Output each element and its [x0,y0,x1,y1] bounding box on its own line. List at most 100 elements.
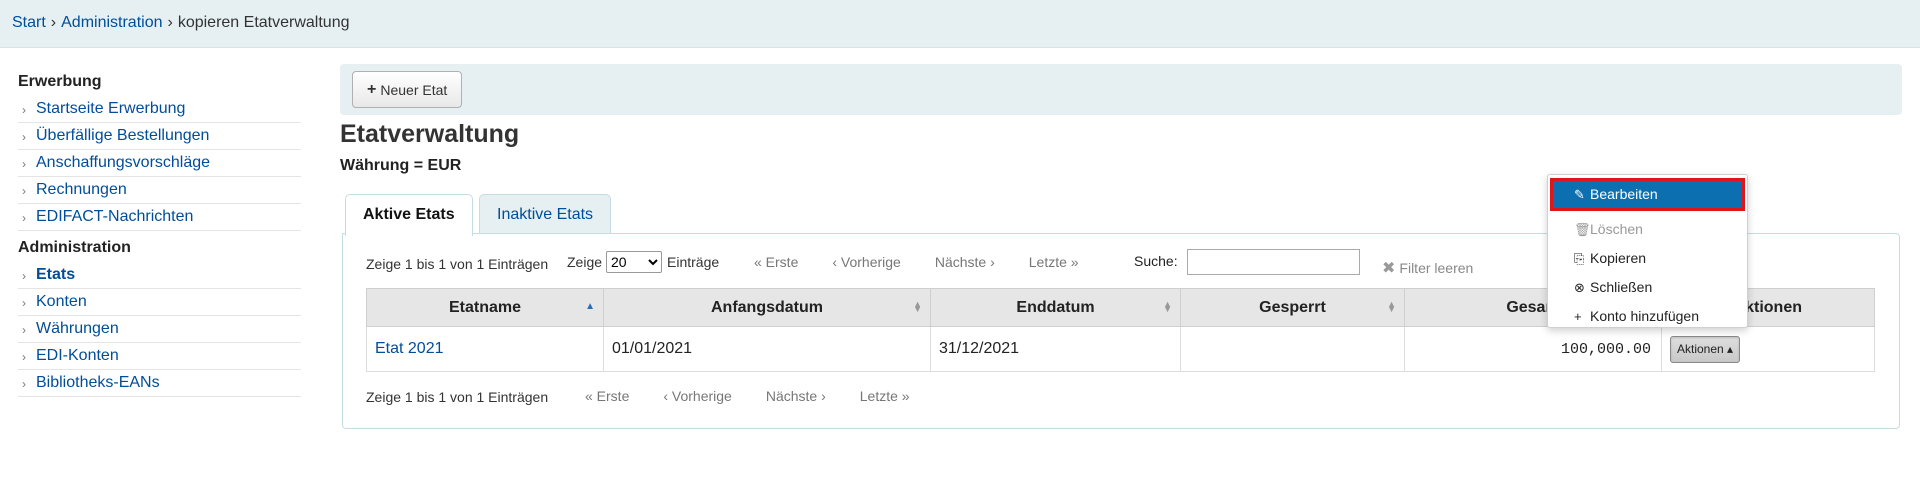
page-title: Etatverwaltung [340,120,520,148]
sidebar-item-label[interactable]: Bibliotheks-EANs [36,374,160,391]
chevron-right-icon: › [22,269,26,283]
sidebar-item-anschaffungsvorschlaege[interactable]: › Anschaffungsvorschläge [18,150,301,177]
cell-enddatum: 31/12/2021 [930,326,1181,372]
cell-gesperrt [1180,326,1405,372]
pager-next-button[interactable]: Nächste › [935,254,995,270]
sidebar-item-label[interactable]: EDI-Konten [36,347,119,364]
sidebar-item-label[interactable]: Startseite Erwerbung [36,100,185,117]
sort-icon: ▲ ▼ [1387,299,1396,314]
pager-bottom: « Erste ‹ Vorherige Nächste › Letzte » [585,388,910,404]
menu-item-label: Bearbeiten [1590,186,1658,202]
sidebar-item-rechnungen[interactable]: › Rechnungen [18,177,301,204]
cell-gesamt: 100,000.00 [1404,326,1662,372]
cell-aktionen: Aktionen ▴ [1661,326,1875,372]
table-row: Etat 2021 01/01/2021 31/12/2021 100,000.… [366,326,1875,372]
chevron-right-icon: › [22,296,26,310]
filter-clear-label: Filter leeren [1399,260,1474,276]
menu-item-bearbeiten[interactable]: ✎ Bearbeiten [1550,178,1745,211]
sidebar-item-edi-konten[interactable]: › EDI-Konten [18,343,301,370]
sidebar: Erwerbung › Startseite Erwerbung › Überfäl… [18,70,301,401]
breadcrumb-bar: Start › Administration › kopieren Etatverwal… [0,0,1920,48]
chevron-right-icon: › [22,130,26,144]
menu-item-loeschen[interactable]: 🗑Löschen [1554,215,1741,244]
chevron-right-icon: › [22,323,26,337]
sidebar-heading-administration: Administration [18,239,131,256]
chevron-right-icon: › [22,184,26,198]
sidebar-item-konten[interactable]: › Konten [18,289,301,316]
breadcrumb-administration-link[interactable]: Administration [61,14,162,31]
actions-dropdown-menu: ✎ Bearbeiten 🗑Löschen ⎘ Kopieren ⊗ Schließe… [1547,174,1748,328]
menu-item-label: Schließen [1590,279,1653,295]
column-header-enddatum[interactable]: Enddatum ▲ ▼ [930,288,1181,327]
actions-button[interactable]: Aktionen ▴ [1670,335,1741,363]
header-label: Etatname [448,298,522,316]
table-info-bottom: Zeige 1 bis 1 von 1 Einträgen [366,389,549,405]
sidebar-item-bibliotheks-eans[interactable]: › Bibliotheks-EANs [18,370,301,397]
copy-icon: ⎘ [1574,251,1585,266]
tab-inaktive-etats[interactable]: Inaktive Etats [479,194,612,235]
header-label: Enddatum [1016,298,1095,316]
breadcrumb-separator: › [167,14,173,31]
budget-name-link[interactable]: Etat 2021 [375,340,444,357]
sidebar-item-ueberfaellige-bestellungen[interactable]: › Überfällige Bestellungen [18,123,301,150]
breadcrumb-start-link[interactable]: Start [12,14,46,31]
sidebar-item-label[interactable]: Anschaffungsvorschläge [36,154,210,171]
pencil-icon: ✎ [1574,187,1585,202]
sort-icon: ▲ ▼ [1163,299,1172,314]
plus-icon: + [1574,309,1582,324]
toolbar: + Neuer Etat [340,64,1902,115]
sidebar-heading-erwerbung: Erwerbung [18,73,102,90]
sidebar-item-label[interactable]: Konten [36,293,87,310]
column-header-etatname[interactable]: Etatname ▲ [366,288,604,327]
sort-asc-icon: ▲ [585,301,595,312]
sidebar-item-label[interactable]: EDIFACT-Nachrichten [36,208,193,225]
cell-anfangsdatum: 01/01/2021 [603,326,931,372]
chevron-right-icon: › [22,350,26,364]
sidebar-list-administration: › Etats › Konten › Währungen › EDI-Konten › B… [18,262,301,397]
menu-item-label: Konto hinzufügen [1590,308,1699,324]
column-header-gesperrt[interactable]: Gesperrt ▲ ▼ [1180,288,1405,327]
sidebar-item-waehrungen[interactable]: › Währungen [18,316,301,343]
sidebar-item-edifact-nachrichten[interactable]: › EDIFACT-Nachrichten [18,204,301,231]
column-header-anfangsdatum[interactable]: Anfangsdatum ▲ ▼ [603,288,931,327]
pager-last-button[interactable]: Letzte » [860,388,910,404]
pager-previous-button[interactable]: ‹ Vorherige [832,254,900,270]
breadcrumb-separator: › [50,14,57,31]
sidebar-item-etats[interactable]: › Etats [18,262,301,289]
sidebar-item-label[interactable]: Überfällige Bestellungen [36,127,209,144]
menu-item-schliessen[interactable]: ⊗ Schließen [1554,273,1741,302]
pager-previous-button[interactable]: ‹ Vorherige [663,388,731,404]
plus-icon: + [367,80,377,98]
header-label: ktionen [1745,298,1802,316]
sidebar-item-startseite-erwerbung[interactable]: › Startseite Erwerbung [18,96,301,123]
chevron-right-icon: › [22,377,26,391]
search-input[interactable] [1187,249,1360,275]
chevron-right-icon: › [22,211,26,225]
table-info-top: Zeige 1 bis 1 von 1 Einträgen [366,256,549,272]
pager-first-button[interactable]: « Erste [585,388,629,404]
menu-item-kopieren[interactable]: ⎘ Kopieren [1554,244,1741,273]
length-suffix-label: Einträge [667,254,720,270]
pager-next-button[interactable]: Nächste › [766,388,826,404]
breadcrumb-current: kopieren Etatverwaltung [177,14,350,31]
sort-icon: ▲ ▼ [913,299,922,314]
menu-item-label: Löschen [1590,221,1643,237]
sidebar-item-label[interactable]: Etats [36,266,75,283]
search-label: Suche: [1134,253,1178,269]
pager-last-button[interactable]: Letzte » [1029,254,1079,270]
breadcrumb: Start › Administration › kopieren Etatverwal… [12,14,349,32]
sidebar-item-label[interactable]: Währungen [36,320,119,337]
filter-clear-button[interactable]: ✖ Filter leeren [1382,258,1473,278]
page-length-select[interactable]: 20 [606,251,662,273]
tab-aktive-etats[interactable]: Aktive Etats [345,194,473,236]
trash-icon: 🗑 [1574,222,1591,237]
chevron-right-icon: › [22,157,26,171]
menu-item-konto-hinzufuegen[interactable]: + Konto hinzufügen [1554,302,1741,331]
new-budget-button[interactable]: + Neuer Etat [352,71,463,108]
pager-first-button[interactable]: « Erste [754,254,798,270]
sidebar-item-label[interactable]: Rechnungen [36,181,127,198]
new-budget-label: Neuer Etat [380,81,448,98]
menu-item-label: Kopieren [1590,250,1647,266]
close-circle-icon: ⊗ [1574,280,1585,295]
length-label: Zeige [567,254,603,270]
